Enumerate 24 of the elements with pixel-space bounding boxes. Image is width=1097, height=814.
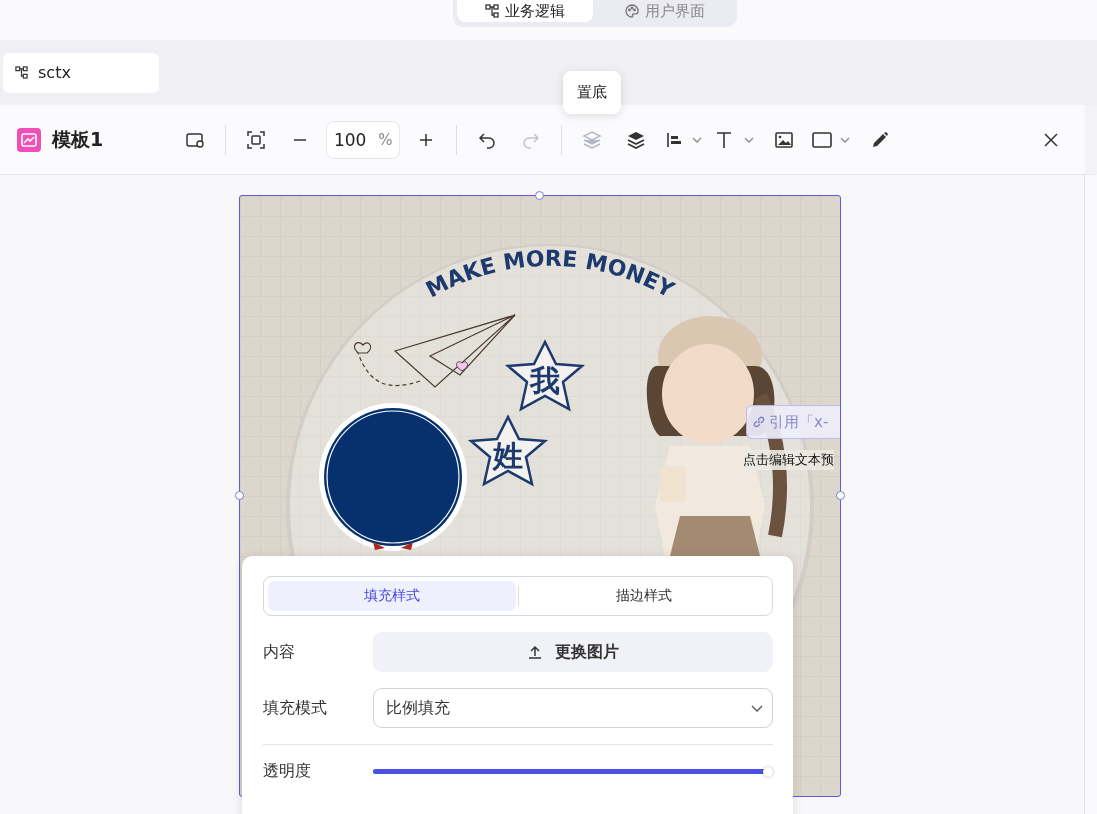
view-tab[interactable]: 业务逻辑 (456, 0, 593, 22)
tooltip: 置底 (563, 70, 622, 114)
file-tab[interactable]: sctx (3, 52, 159, 93)
style-tab[interactable]: 描边样式 (520, 581, 768, 611)
resize-handle[interactable] (535, 191, 544, 200)
style-tab[interactable]: 填充样式 (268, 581, 516, 611)
resize-handle[interactable] (235, 491, 244, 500)
text-preview[interactable]: 点击编辑文本预 (743, 450, 834, 470)
link-icon (753, 416, 765, 428)
flow-icon (15, 66, 28, 79)
opacity-label: 透明度 (263, 761, 312, 782)
template-title: 模板1 (52, 126, 104, 152)
resize-handle[interactable] (836, 491, 845, 500)
content-label: 内容 (263, 641, 296, 663)
template-logo-icon (17, 127, 41, 152)
zoom-field[interactable]: 100 % (326, 120, 401, 159)
palette-icon (624, 4, 639, 18)
fill-mode-label: 填充模式 (263, 697, 328, 719)
fill-mode-dropdown[interactable]: 比例填充 (373, 688, 773, 728)
slider-thumb[interactable] (763, 766, 773, 777)
replace-image-button[interactable]: 更换图片 (373, 632, 773, 672)
upload-icon (527, 644, 543, 660)
reference-label: 引用「x- (769, 412, 829, 432)
flow-icon (484, 4, 499, 18)
